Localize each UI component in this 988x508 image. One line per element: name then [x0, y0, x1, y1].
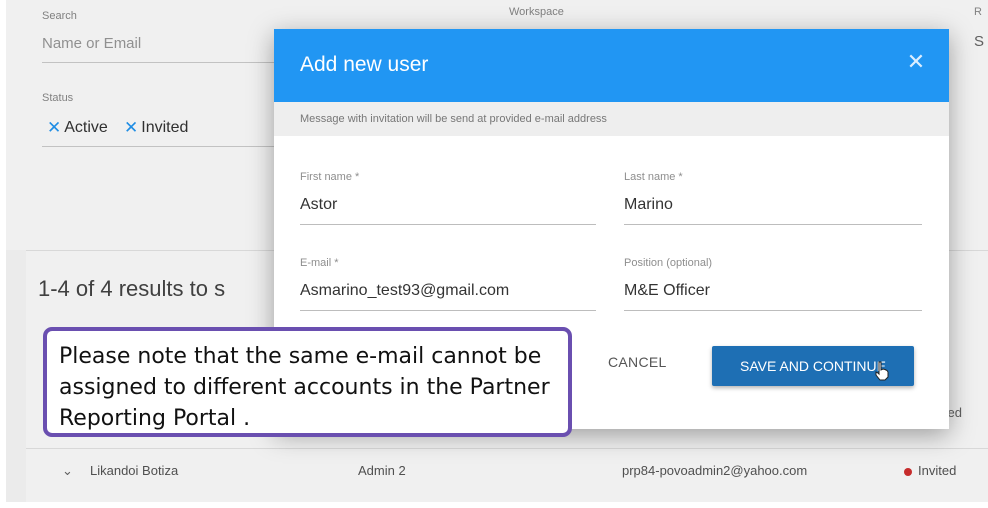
last-name-input[interactable]: Marino: [624, 196, 673, 214]
note-callout: Please note that the same e-mail cannot …: [43, 327, 572, 437]
email-field[interactable]: Asmarino_test93@gmail.com: [300, 282, 509, 300]
email-label: E-mail *: [300, 257, 339, 269]
screen-frame: Search Name or Email Workspace R S Statu…: [6, 0, 988, 502]
cancel-button[interactable]: CANCEL: [608, 354, 667, 370]
hand-cursor-icon: [875, 361, 889, 381]
last-name-label: Last name *: [624, 171, 683, 183]
close-icon[interactable]: ✕: [905, 51, 927, 73]
callout-text: Please note that the same e-mail cannot …: [59, 344, 550, 431]
position-underline: [624, 310, 922, 311]
first-name-underline: [300, 224, 596, 225]
position-input[interactable]: M&E Officer: [624, 282, 710, 300]
email-underline: [300, 310, 596, 311]
info-text: Message with invitation will be send at …: [300, 113, 607, 125]
first-name-input[interactable]: Astor: [300, 196, 337, 214]
info-bar: Message with invitation will be send at …: [274, 102, 949, 136]
dialog-header: Add new user ✕: [274, 29, 949, 102]
last-name-underline: [624, 224, 922, 225]
first-name-label: First name *: [300, 171, 360, 183]
position-label: Position (optional): [624, 257, 713, 269]
dialog-title: Add new user: [300, 53, 429, 76]
